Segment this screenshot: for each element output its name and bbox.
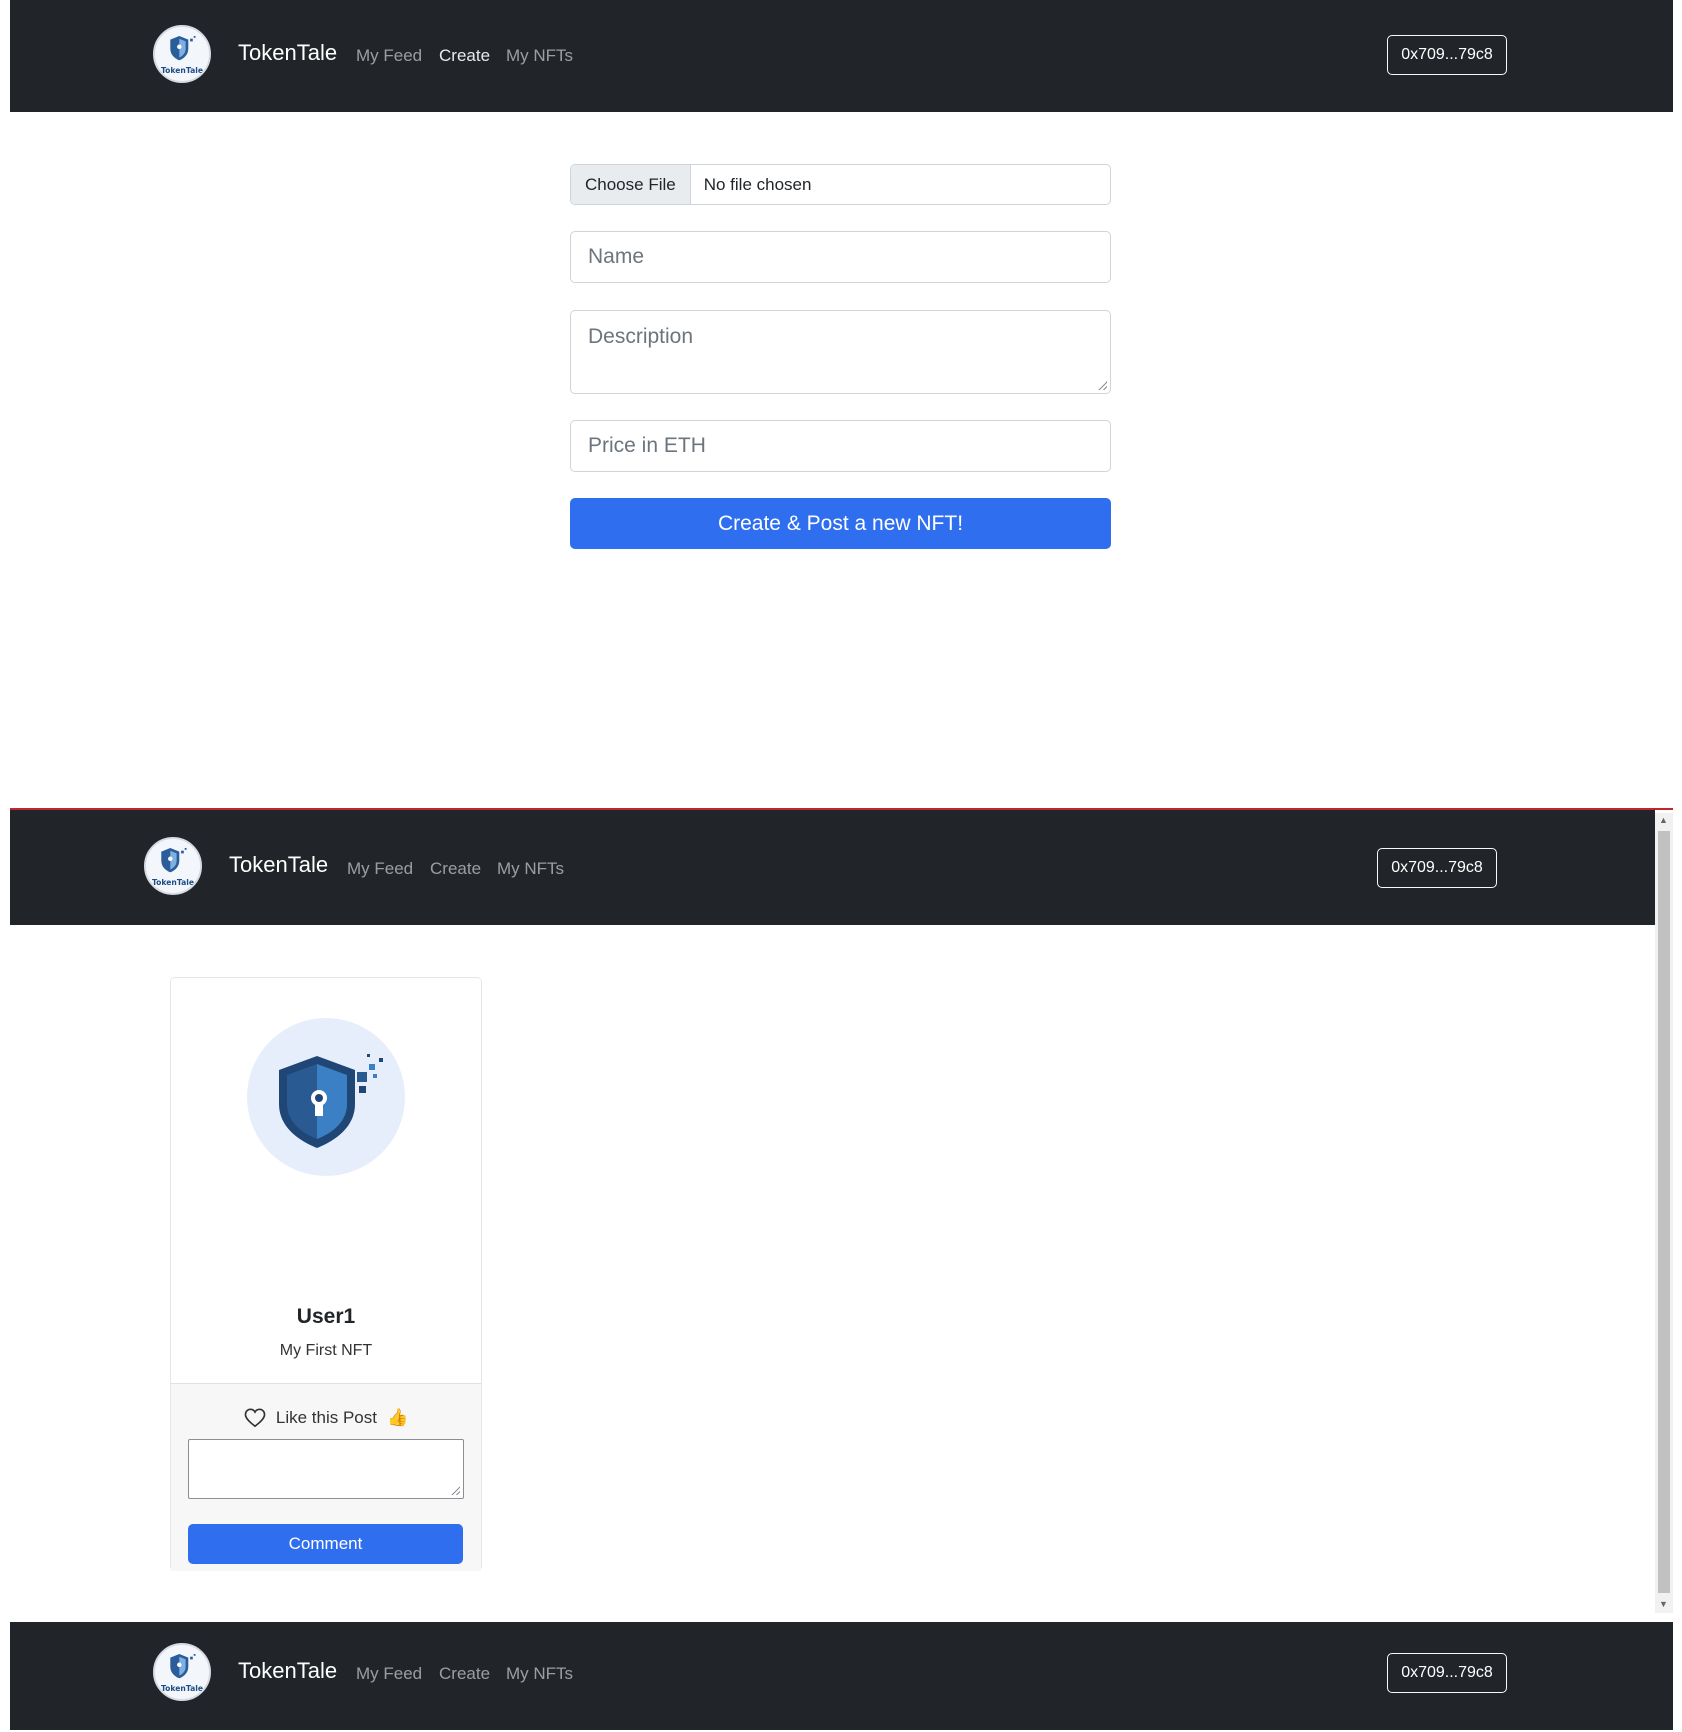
nav-link-my-feed[interactable]: My Feed [356,46,422,66]
nft-image [247,1018,405,1176]
card-title: User1 [296,1305,356,1328]
wallet-address-button[interactable]: 0x709...79c8 [1387,35,1507,75]
create-nft-button[interactable]: Create & Post a new NFT! [570,498,1111,549]
nav-link-my-nfts[interactable]: My NFTs [497,859,564,879]
navbar: TokenTale TokenTale My Feed Create My NF… [10,1622,1673,1730]
price-input[interactable]: Price in ETH [570,420,1111,472]
name-input[interactable]: Name [570,231,1111,283]
create-page-panel: TokenTale TokenTale My Feed Create My NF… [10,0,1673,808]
nav-link-my-nfts[interactable]: My NFTs [506,46,573,66]
feed-scrollbar[interactable]: ▲ ▼ [1655,813,1673,1613]
comment-button[interactable]: Comment [188,1524,463,1564]
brand-name[interactable]: TokenTale [229,852,328,878]
card-footer: Like this Post 👍 Comment [171,1383,481,1571]
logo-text: TokenTale [161,66,203,75]
like-post-label: Like this Post [275,1408,377,1427]
nav-link-my-feed[interactable]: My Feed [347,859,413,879]
heart-icon[interactable] [244,1408,266,1428]
logo-text: TokenTale [152,878,194,887]
brand-name[interactable]: TokenTale [238,40,337,66]
file-upload-input[interactable]: Choose File No file chosen [570,164,1111,205]
file-status-text: No file chosen [703,174,812,194]
navbar: TokenTale TokenTale My Feed Create My NF… [10,810,1655,925]
bottom-page-panel: TokenTale TokenTale My Feed Create My NF… [10,1622,1673,1730]
price-placeholder: Price in ETH [588,434,706,457]
comment-textarea[interactable] [188,1439,464,1499]
navbar: TokenTale TokenTale My Feed Create My NF… [10,0,1673,112]
nav-link-my-nfts[interactable]: My NFTs [506,1664,573,1684]
nav-link-create[interactable]: Create [439,46,490,66]
card-description: My First NFT [279,1342,373,1359]
thumbs-up-icon: 👍 [386,1408,409,1427]
resize-grip-icon[interactable] [1098,381,1107,390]
shield-icon [279,1054,383,1148]
name-placeholder: Name [588,245,645,268]
like-post-button[interactable]: Like this Post 👍 [171,1408,481,1428]
tokentale-logo[interactable]: TokenTale [153,1643,211,1701]
wallet-address-button[interactable]: 0x709...79c8 [1387,1653,1507,1693]
brand-name[interactable]: TokenTale [238,1658,337,1684]
nav-link-create[interactable]: Create [439,1664,490,1684]
tokentale-logo[interactable]: TokenTale [153,25,211,83]
nav-link-my-feed[interactable]: My Feed [356,1664,422,1684]
nft-card: User1 My First NFT Like this Post 👍 Comm… [170,977,482,1571]
wallet-address-button[interactable]: 0x709...79c8 [1377,848,1497,888]
resize-grip-icon[interactable] [451,1486,460,1495]
description-textarea[interactable]: Description [570,310,1111,394]
logo-text: TokenTale [161,1684,203,1693]
scroll-down-icon[interactable]: ▼ [1659,1599,1668,1609]
scroll-up-icon[interactable]: ▲ [1659,815,1668,825]
description-placeholder: Description [588,325,694,348]
choose-file-button[interactable]: Choose File [571,165,691,204]
scroll-thumb[interactable] [1658,831,1670,1593]
tokentale-logo[interactable]: TokenTale [144,837,202,895]
nav-link-create[interactable]: Create [430,859,481,879]
